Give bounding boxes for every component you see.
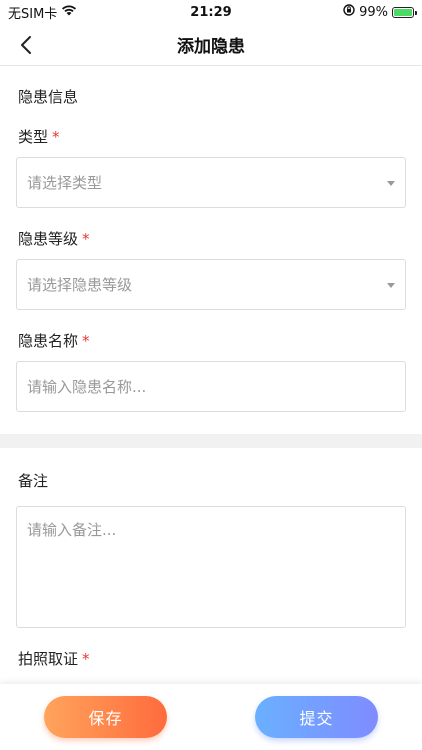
required-mark: *	[82, 332, 90, 350]
status-bar: 无SIM卡 21:29 99%	[0, 0, 422, 24]
dropdown-caret-icon	[387, 283, 395, 288]
battery-percent: 99%	[359, 4, 388, 20]
carrier-text: 无SIM卡	[8, 6, 58, 22]
type-select-placeholder: 请选择类型	[27, 174, 103, 192]
chevron-left-icon[interactable]	[12, 31, 40, 59]
status-right: 99%	[343, 4, 417, 20]
required-mark: *	[82, 230, 90, 248]
status-left: 无SIM卡	[8, 3, 77, 22]
section-divider	[0, 434, 422, 448]
level-label: 隐患等级 *	[18, 228, 90, 249]
type-label: 类型 *	[18, 126, 60, 147]
hazard-name-input[interactable]	[16, 361, 406, 412]
save-button[interactable]: 保存	[44, 696, 167, 738]
wifi-icon	[61, 4, 77, 20]
evidence-label: 拍照取证 *	[18, 648, 90, 669]
bottom-action-bar: 保存 提交	[0, 684, 422, 750]
required-mark: *	[52, 128, 60, 146]
level-label-text: 隐患等级	[18, 230, 79, 248]
remarks-textarea[interactable]	[16, 506, 406, 628]
type-label-text: 类型	[18, 128, 49, 146]
remarks-title: 备注	[18, 472, 49, 490]
battery-level	[394, 8, 412, 16]
dropdown-caret-icon	[387, 181, 395, 186]
section-title-hazard-info: 隐患信息	[18, 88, 79, 106]
type-select[interactable]: 请选择类型	[16, 157, 406, 208]
name-label: 隐患名称 *	[18, 330, 90, 351]
evidence-label-text: 拍照取证	[18, 650, 79, 668]
level-select-placeholder: 请选择隐患等级	[27, 276, 133, 294]
submit-button[interactable]: 提交	[255, 696, 378, 738]
page-title: 添加隐患	[177, 37, 245, 57]
required-mark: *	[82, 650, 90, 668]
name-label-text: 隐患名称	[18, 332, 79, 350]
battery-icon	[392, 6, 417, 18]
nav-bar: 添加隐患	[0, 24, 422, 66]
orientation-lock-icon	[343, 4, 355, 20]
level-select[interactable]: 请选择隐患等级	[16, 259, 406, 310]
